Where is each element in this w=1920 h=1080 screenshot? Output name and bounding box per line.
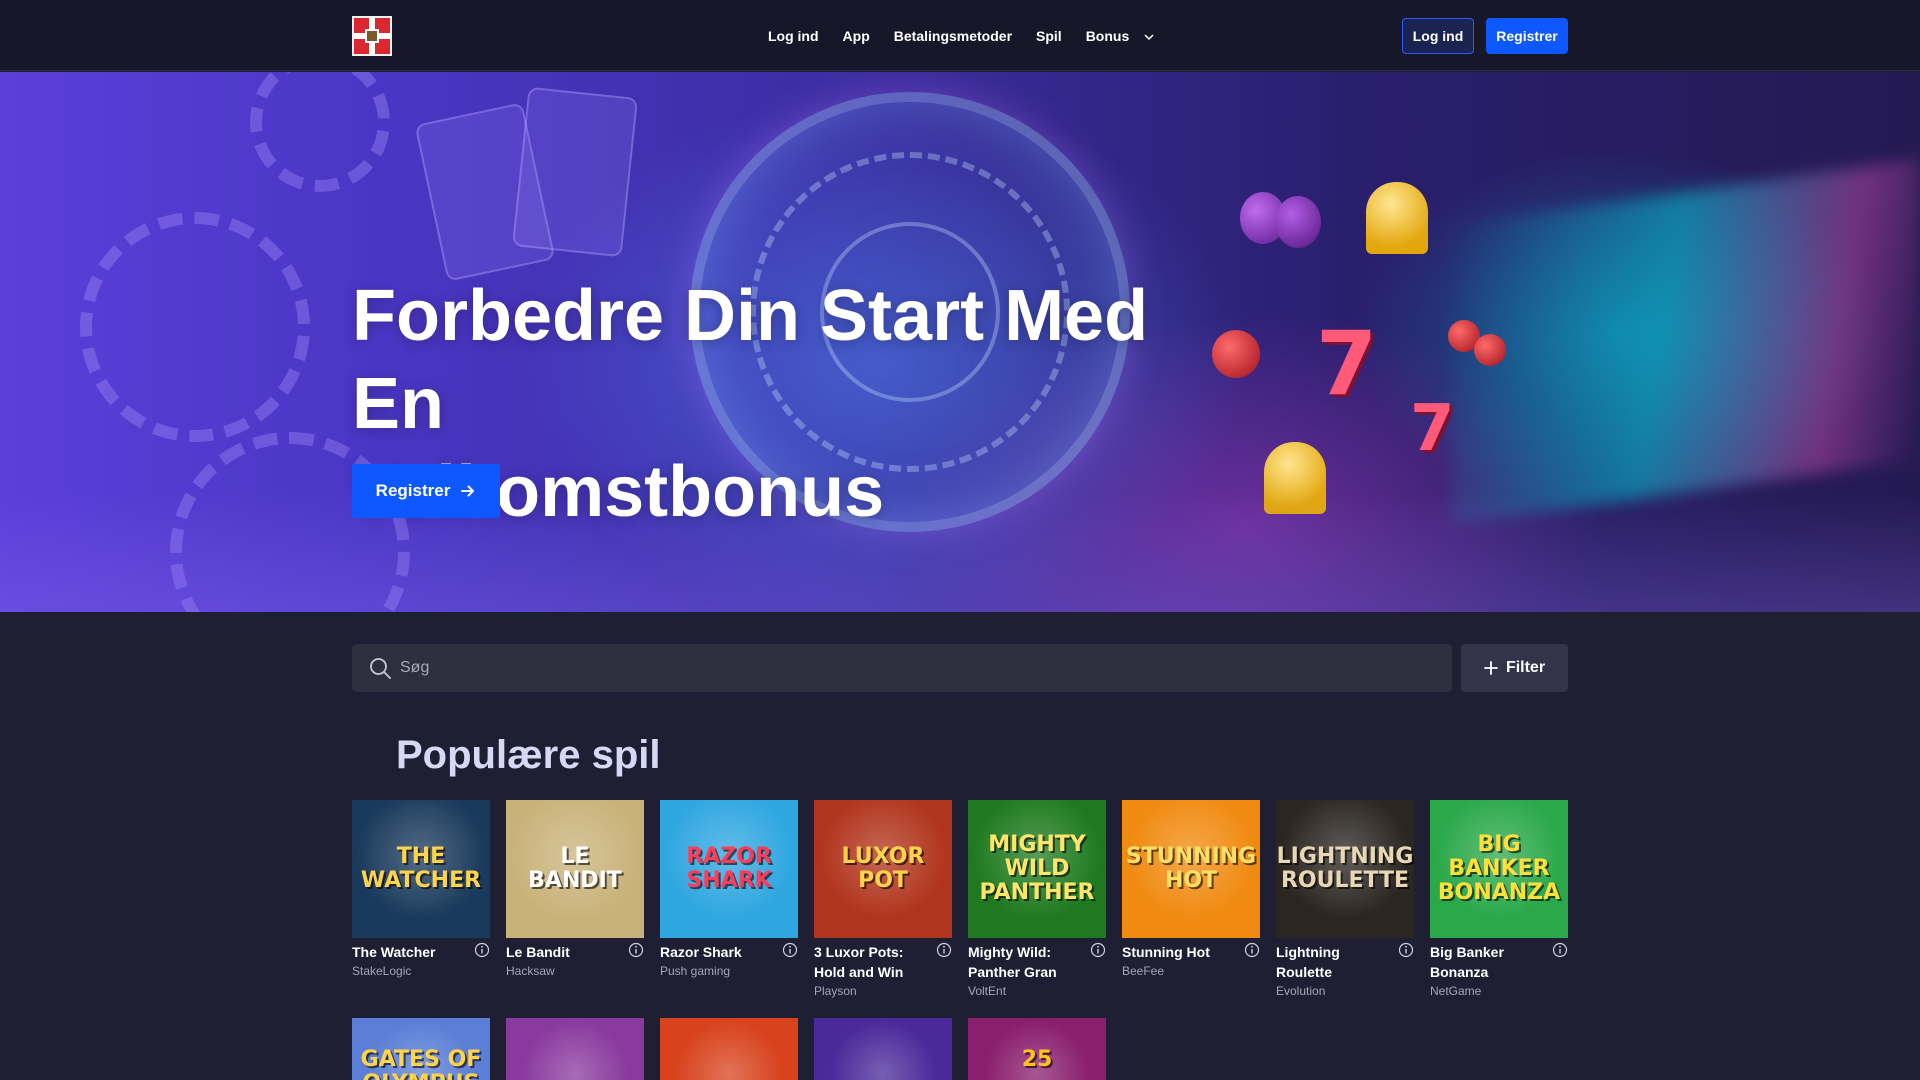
- game-thumbnail[interactable]: [506, 1018, 644, 1080]
- game-title: Razor Shark: [660, 944, 742, 960]
- game-thumbnail[interactable]: 25: [968, 1018, 1106, 1080]
- game-card[interactable]: LUXOR POT 3 Luxor Pots: Hold and Win Plays…: [814, 800, 952, 998]
- hero-banner: 7 7 Forbedre Din Start Med En Velkomstbo…: [0, 72, 1920, 612]
- top-header: Log ind App Betalingsmetoder Spil Bonus …: [0, 0, 1920, 71]
- nav-bonus-label: Bonus: [1085, 28, 1130, 44]
- hero-register-button[interactable]: Registrer: [352, 464, 500, 518]
- game-card[interactable]: STUNNING HOT Stunning Hot BeeFee: [1122, 800, 1260, 978]
- game-thumbnail-art: [814, 1018, 952, 1048]
- game-title: Stunning Hot: [1122, 944, 1210, 960]
- main-nav: Log ind App Betalingsmetoder Spil Bonus: [768, 24, 1155, 48]
- game-title: 3 Luxor Pots: Hold and Win: [814, 944, 904, 980]
- plus-icon: [1484, 661, 1498, 675]
- search-bar: [352, 644, 1452, 692]
- game-provider: VoltEnt: [968, 984, 1007, 998]
- game-thumbnail[interactable]: LUXOR POT: [814, 800, 952, 938]
- game-thumbnail-art: BIG BANKER BONANZA: [1437, 832, 1561, 905]
- game-thumbnail-art: MIGHTY WILD PANTHER: [979, 832, 1095, 905]
- game-thumbnail[interactable]: BIG BANKER BONANZA: [1430, 800, 1568, 938]
- game-thumbnail-art: RAZOR SHARK: [686, 844, 772, 893]
- info-icon[interactable]: [1552, 942, 1568, 958]
- nav-log-ind[interactable]: Log ind: [768, 28, 819, 44]
- game-card[interactable]: RAZOR SHARK Razor Shark Push gaming: [660, 800, 798, 978]
- info-icon[interactable]: [1090, 942, 1106, 958]
- game-thumbnail-art: [506, 1018, 644, 1048]
- game-provider: Hacksaw: [506, 964, 555, 978]
- glow-stream-decoration: [1450, 158, 1920, 526]
- game-title: The Watcher: [352, 944, 436, 960]
- info-icon[interactable]: [474, 942, 490, 958]
- filter-button[interactable]: Filter: [1461, 644, 1568, 692]
- info-icon[interactable]: [628, 942, 644, 958]
- search-icon: [370, 658, 391, 679]
- game-provider: Playson: [814, 984, 857, 998]
- game-title: Le Bandit: [506, 944, 570, 960]
- game-thumbnail-art: LIGHTNING ROULETTE: [1276, 844, 1414, 893]
- plum-icon: [1275, 196, 1321, 248]
- game-thumbnail-art: GATES OF OLYMPUS: [360, 1047, 482, 1080]
- site-logo[interactable]: [352, 16, 392, 56]
- cherry-icon: [1474, 334, 1506, 366]
- casino-chip-decoration: [80, 212, 310, 442]
- game-provider: Evolution: [1276, 984, 1326, 998]
- game-thumbnail[interactable]: THE WATCHER: [352, 800, 490, 938]
- hero-register-label: Registrer: [375, 481, 451, 500]
- game-thumbnail-art: THE WATCHER: [360, 844, 482, 893]
- chevron-down-icon: [1144, 34, 1154, 41]
- seven-symbol-icon: 7: [1410, 392, 1455, 466]
- section-title-popular: Populære spil: [396, 733, 661, 777]
- game-thumbnail-art: 25: [1021, 1047, 1053, 1072]
- game-card[interactable]: MIGHTY WILD PANTHER Mighty Wild: Panther …: [968, 800, 1106, 998]
- game-title: Big Banker Bonanza: [1430, 944, 1504, 980]
- game-thumbnail[interactable]: [660, 1018, 798, 1080]
- bell-icon: [1366, 182, 1428, 254]
- info-icon[interactable]: [782, 942, 798, 958]
- info-icon[interactable]: [1244, 942, 1260, 958]
- playing-card-decoration: [511, 86, 639, 258]
- login-button[interactable]: Log ind: [1402, 18, 1474, 54]
- game-card[interactable]: LIGHTNING ROULETTE Lightning Roulette Evol…: [1276, 800, 1414, 998]
- game-thumbnail[interactable]: GATES OF OLYMPUS: [352, 1018, 490, 1080]
- game-card[interactable]: THE WATCHER The Watcher StakeLogic: [352, 800, 490, 978]
- nav-bonus[interactable]: Bonus: [1086, 28, 1155, 44]
- search-input[interactable]: [400, 644, 1440, 692]
- game-provider: BeeFee: [1122, 964, 1165, 978]
- info-icon[interactable]: [936, 942, 952, 958]
- game-thumbnail-art: STUNNING HOT: [1125, 844, 1257, 893]
- game-thumbnail[interactable]: LE BANDIT: [506, 800, 644, 938]
- info-icon[interactable]: [1398, 942, 1414, 958]
- hero-title-line1: Forbedre Din Start Med En: [352, 276, 1149, 444]
- game-thumbnail[interactable]: STUNNING HOT: [1122, 800, 1260, 938]
- game-provider: StakeLogic: [352, 964, 412, 978]
- game-thumbnail[interactable]: LIGHTNING ROULETTE: [1276, 800, 1414, 938]
- game-provider: Push gaming: [660, 964, 731, 978]
- nav-app[interactable]: App: [843, 28, 870, 44]
- game-title: Mighty Wild: Panther Gran: [968, 944, 1057, 980]
- game-thumbnail-art: [660, 1018, 798, 1048]
- game-thumbnail[interactable]: [814, 1018, 952, 1080]
- register-button[interactable]: Registrer: [1486, 18, 1568, 54]
- filter-label: Filter: [1505, 659, 1546, 676]
- arrow-right-icon: [461, 485, 475, 497]
- nav-betalingsmetoder[interactable]: Betalingsmetoder: [894, 28, 1012, 44]
- casino-chip-decoration: [250, 72, 390, 192]
- game-card[interactable]: LE BANDIT Le Bandit Hacksaw: [506, 800, 644, 978]
- seven-symbol-icon: 7: [1316, 312, 1378, 415]
- game-card[interactable]: BIG BANKER BONANZA Big Banker Bonanza NetG…: [1430, 800, 1568, 998]
- game-thumbnail[interactable]: RAZOR SHARK: [660, 800, 798, 938]
- game-thumbnail[interactable]: MIGHTY WILD PANTHER: [968, 800, 1106, 938]
- game-title: Lightning Roulette: [1276, 944, 1340, 980]
- game-provider: NetGame: [1430, 984, 1482, 998]
- game-thumbnail-art: LE BANDIT: [528, 844, 622, 893]
- game-thumbnail-art: LUXOR POT: [841, 844, 925, 893]
- nav-spil[interactable]: Spil: [1036, 28, 1062, 44]
